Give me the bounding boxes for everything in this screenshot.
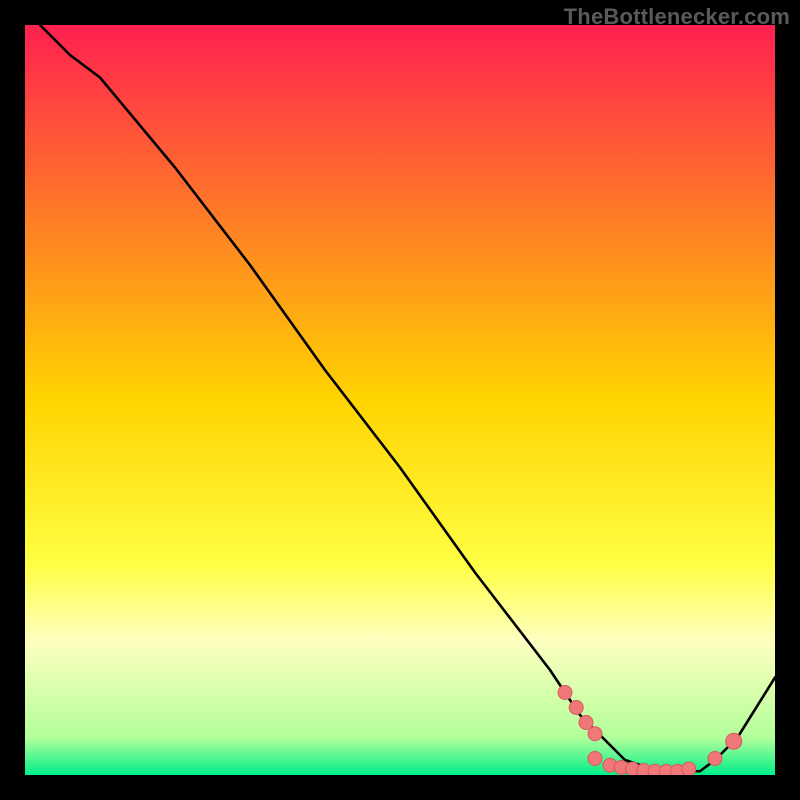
- data-marker: [569, 701, 583, 715]
- chart-svg: [25, 25, 775, 775]
- data-marker: [579, 716, 593, 730]
- data-marker: [726, 733, 742, 749]
- data-marker: [588, 727, 602, 741]
- data-marker: [708, 752, 722, 766]
- chart-background: [25, 25, 775, 775]
- watermark-text: TheBottlenecker.com: [564, 4, 790, 30]
- data-marker: [682, 762, 696, 775]
- chart-root: TheBottlenecker.com: [0, 0, 800, 800]
- data-marker: [558, 686, 572, 700]
- data-marker: [588, 752, 602, 766]
